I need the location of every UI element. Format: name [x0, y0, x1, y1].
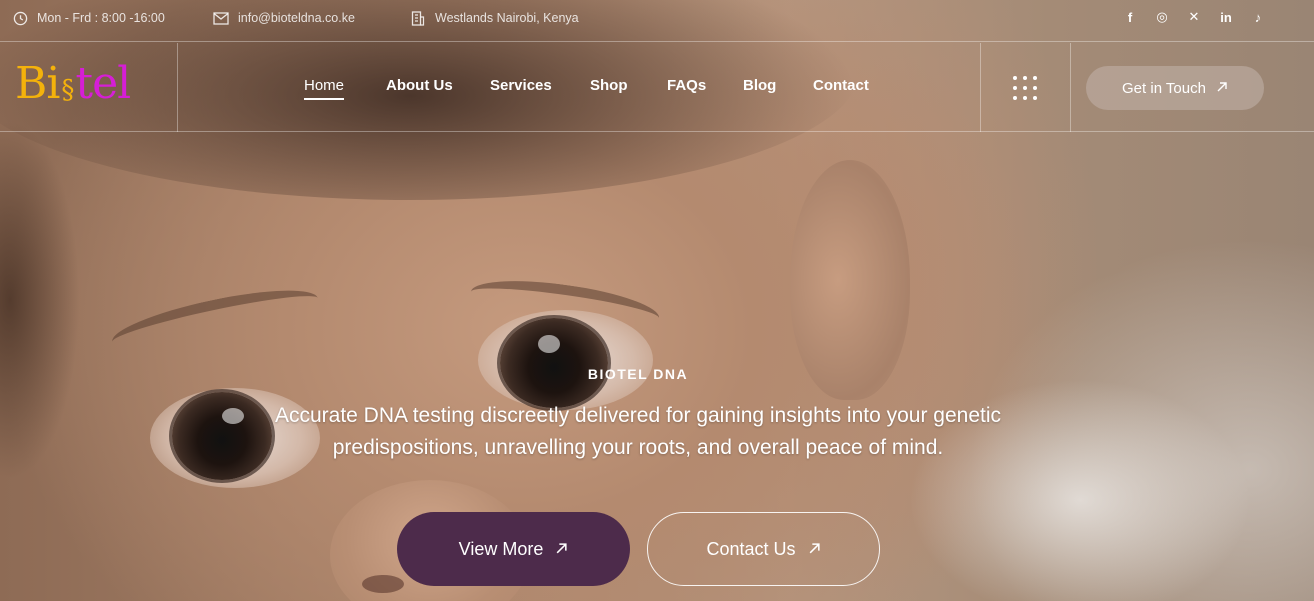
grid-menu-icon[interactable] [1013, 76, 1037, 100]
arrow-up-right-icon [1216, 80, 1228, 97]
nav-faqs[interactable]: FAQs [667, 77, 706, 94]
nav-shop[interactable]: Shop [590, 77, 628, 94]
logo-text-part2: tel [75, 58, 131, 109]
tiktok-icon[interactable]: ♪ [1250, 9, 1266, 25]
left-eye-iris [172, 392, 272, 480]
hair-shape-left [0, 120, 80, 480]
contact-email[interactable]: info@bioteldna.co.ke [213, 0, 355, 36]
left-eye-glint [222, 408, 244, 424]
get-in-touch-label: Get in Touch [1122, 79, 1206, 97]
right-eye-iris [500, 318, 608, 408]
contact-email-text[interactable]: info@bioteldna.co.ke [238, 11, 355, 25]
mail-icon [213, 10, 229, 26]
left-eyebrow [108, 278, 322, 362]
clock-icon [12, 10, 28, 26]
nostril-left [362, 575, 404, 593]
x-icon[interactable]: ✕ [1186, 9, 1202, 25]
nav-home[interactable]: Home [304, 77, 345, 100]
nav-services[interactable]: Services [490, 77, 552, 94]
nav-contact[interactable]: Contact [813, 77, 869, 94]
arrow-up-right-icon [808, 539, 821, 560]
nav-blog[interactable]: Blog [743, 77, 776, 94]
hero-description: Accurate DNA testing discreetly delivere… [274, 404, 1002, 459]
instagram-icon[interactable]: ◎ [1154, 9, 1170, 25]
contact-us-label: Contact Us [706, 538, 796, 559]
divider [177, 43, 178, 132]
opening-hours-text: Mon - Frd : 8:00 -16:00 [37, 11, 165, 25]
top-info-bar: Mon - Frd : 8:00 -16:00 info@bioteldna.c… [0, 0, 1314, 42]
nav-about-us[interactable]: About Us [386, 77, 453, 94]
building-icon [410, 10, 426, 26]
view-more-button[interactable]: View More [397, 512, 630, 586]
office-address: Westlands Nairobi, Kenya [410, 0, 579, 36]
opening-hours: Mon - Frd : 8:00 -16:00 [12, 0, 165, 36]
office-address-text: Westlands Nairobi, Kenya [435, 11, 579, 25]
get-in-touch-button[interactable]: Get in Touch [1086, 66, 1264, 110]
view-more-label: View More [458, 538, 544, 559]
main-navigation-bar: Bi§tel Home About Us Services Shop FAQs … [0, 43, 1314, 132]
right-eye-glint [538, 335, 560, 353]
linkedin-icon[interactable]: in [1218, 9, 1234, 25]
dna-helix-icon: § [61, 75, 74, 105]
contact-us-button[interactable]: Contact Us [647, 512, 880, 586]
hero-eyebrow: BIOTEL DNA [587, 366, 689, 382]
arrow-up-right-icon [555, 539, 568, 560]
facebook-icon[interactable]: f [1122, 9, 1138, 25]
divider [1070, 43, 1071, 132]
brand-logo[interactable]: Bi§tel [15, 58, 131, 109]
ear-shape [790, 160, 910, 400]
divider [980, 43, 981, 132]
social-links: f ◎ ✕ in ♪ [1122, 9, 1266, 25]
logo-text-part1: Bi [15, 58, 60, 109]
